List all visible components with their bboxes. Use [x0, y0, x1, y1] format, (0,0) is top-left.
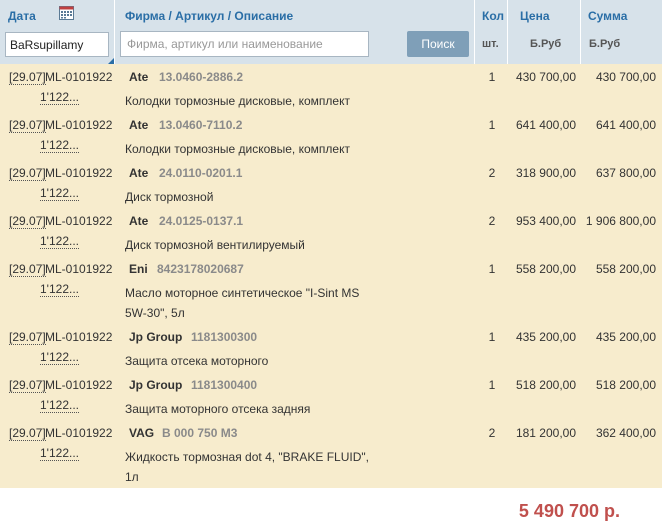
order-number: ML-0101922 [45, 166, 113, 180]
column-divider [474, 0, 475, 64]
item-sum: 1 906 800,00 [585, 214, 656, 228]
item-sum: 435 200,00 [595, 330, 656, 344]
item-sum: 558 200,00 [595, 262, 656, 276]
firm-column-header[interactable]: Фирма / Артикул / Описание [125, 9, 293, 23]
article-number[interactable]: 8423178020687 [157, 263, 244, 276]
item-price: 318 900,00 [515, 166, 576, 180]
brand-name: Jp Group [129, 378, 183, 392]
order-ref-link[interactable]: 1'122... [40, 187, 79, 201]
order-date-link[interactable]: [29.07] [9, 119, 46, 133]
brand-name: Ate [129, 214, 149, 228]
qty-unit-label: шт. [482, 38, 499, 50]
item-quantity: 2 [488, 214, 496, 228]
order-items-table: [29.07] ML-0101922 1'122... Ate 13.0460-… [0, 64, 662, 488]
order-ref-link[interactable]: 1'122... [40, 91, 79, 105]
brand-name: Jp Group [129, 330, 183, 344]
order-ref-link[interactable]: 1'122... [40, 399, 79, 413]
item-quantity: 1 [488, 378, 496, 392]
brand-name: Ate [129, 70, 149, 84]
article-number[interactable]: 13.0460-2886.2 [159, 71, 243, 84]
price-unit-label: Б.Руб [530, 38, 562, 50]
item-quantity: 1 [488, 262, 496, 276]
order-total: 5 490 700 р. [518, 501, 620, 521]
order-ref-link[interactable]: 1'122... [40, 283, 79, 297]
order-ref-link[interactable]: 1'122... [40, 235, 79, 249]
article-number[interactable]: B 000 750 M3 [162, 427, 237, 440]
order-date-link[interactable]: [29.07] [9, 379, 46, 393]
calendar-icon[interactable] [59, 5, 74, 20]
item-quantity: 2 [488, 166, 496, 180]
item-description: Защита моторного отсека задняя [125, 402, 311, 416]
item-price: 435 200,00 [515, 330, 576, 344]
item-description: Масло моторное синтетическое "I-Sint MS … [125, 286, 360, 320]
item-description: Диск тормозной [125, 190, 214, 204]
brand-name: Eni [129, 262, 148, 276]
column-divider [114, 0, 115, 64]
price-column-header[interactable]: Цена [520, 9, 550, 23]
article-number[interactable]: 24.0125-0137.1 [159, 215, 243, 228]
order-ref-link[interactable]: 1'122... [40, 447, 79, 461]
article-number[interactable]: 24.0110-0201.1 [159, 167, 242, 180]
item-description: Колодки тормозные дисковые, комплект [125, 94, 350, 108]
order-date-link[interactable]: [29.07] [9, 215, 46, 229]
item-description: Защита отсека моторного [125, 354, 269, 368]
brand-name: Ate [129, 118, 149, 132]
brand-name: Ate [129, 166, 149, 180]
item-description: Жидкость тормозная dot 4, "BRAKE FLUID",… [125, 450, 369, 484]
item-description: Колодки тормозные дисковые, комплект [125, 142, 350, 156]
order-number: ML-0101922 [45, 118, 113, 132]
article-number[interactable]: 1181300300 [191, 331, 257, 344]
table-header: Дата ◢ Фирма / Артикул / Описание Поиск … [0, 0, 662, 65]
order-date-link[interactable]: [29.07] [9, 263, 46, 277]
item-price: 181 200,00 [515, 426, 576, 440]
qty-column-header[interactable]: Кол [482, 9, 504, 23]
column-divider [580, 0, 581, 64]
order-number: ML-0101922 [45, 426, 113, 440]
order-number: ML-0101922 [45, 214, 113, 228]
item-sum: 430 700,00 [595, 70, 656, 84]
article-number[interactable]: 1181300400 [191, 379, 257, 392]
item-quantity: 1 [488, 330, 496, 344]
order-number: ML-0101922 [45, 262, 113, 276]
sum-unit-label: Б.Руб [589, 38, 621, 50]
item-quantity: 1 [488, 118, 496, 132]
item-description: Диск тормозной вентилируемый [125, 238, 305, 252]
order-date-link[interactable]: [29.07] [9, 167, 46, 181]
item-price: 430 700,00 [515, 70, 576, 84]
article-number[interactable]: 13.0460-7110.2 [159, 119, 242, 132]
item-sum: 518 200,00 [595, 378, 656, 392]
date-filter-input[interactable] [5, 32, 109, 57]
column-divider [507, 0, 508, 64]
item-price: 518 200,00 [515, 378, 576, 392]
item-price: 953 400,00 [515, 214, 576, 228]
order-ref-link[interactable]: 1'122... [40, 351, 79, 365]
order-date-link[interactable]: [29.07] [9, 427, 46, 441]
item-sum: 362 400,00 [595, 426, 656, 440]
order-date-link[interactable]: [29.07] [9, 331, 46, 345]
brand-name: VAG [129, 426, 155, 440]
search-input[interactable] [120, 31, 369, 57]
item-quantity: 1 [488, 70, 496, 84]
item-sum: 637 800,00 [595, 166, 656, 180]
order-number: ML-0101922 [45, 378, 113, 392]
item-price: 558 200,00 [515, 262, 576, 276]
sum-column-header[interactable]: Сумма [588, 9, 627, 23]
item-price: 641 400,00 [515, 118, 576, 132]
item-quantity: 2 [488, 426, 496, 440]
item-sum: 641 400,00 [595, 118, 656, 132]
date-column-header[interactable]: Дата [8, 9, 36, 23]
search-button[interactable]: Поиск [407, 31, 469, 57]
order-number: ML-0101922 [45, 70, 113, 84]
order-date-link[interactable]: [29.07] [9, 71, 46, 85]
order-ref-link[interactable]: 1'122... [40, 139, 79, 153]
order-number: ML-0101922 [45, 330, 113, 344]
